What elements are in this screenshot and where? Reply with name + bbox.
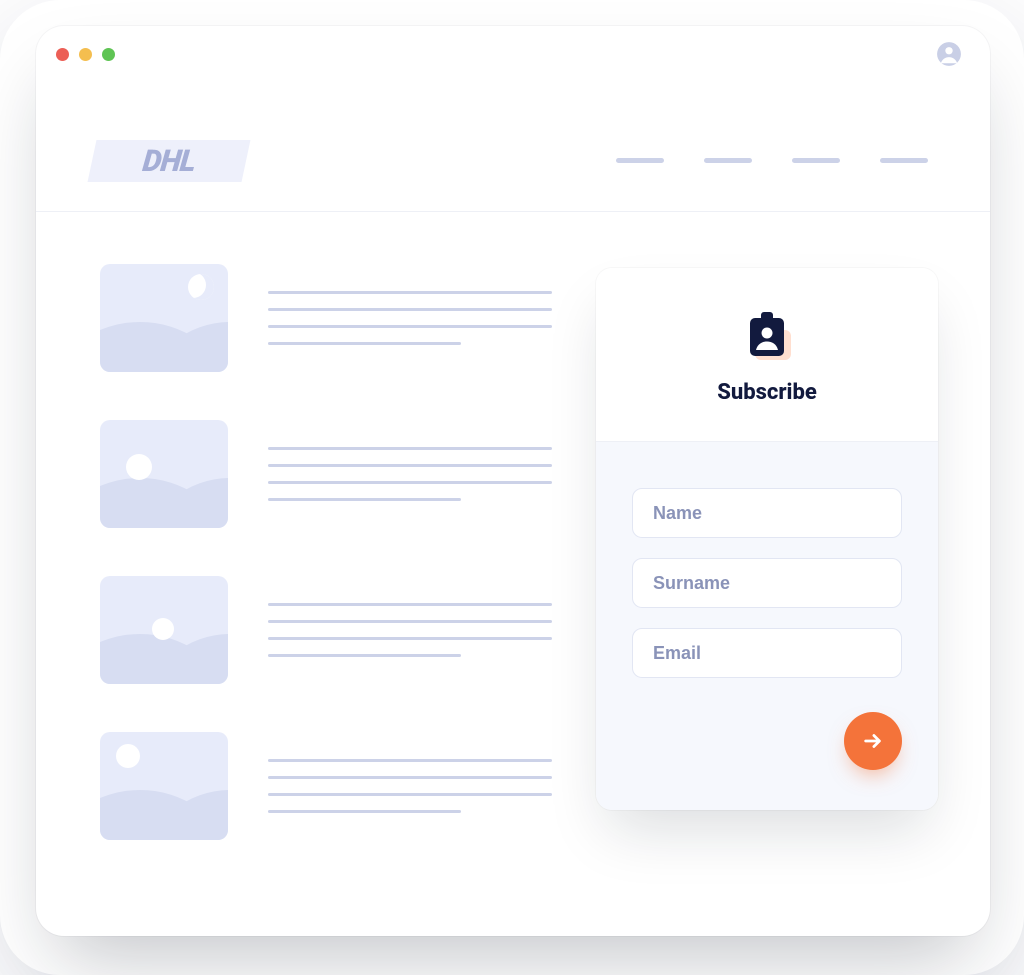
- window-close-button[interactable]: [56, 48, 69, 61]
- arrow-right-icon: [862, 730, 884, 752]
- subscribe-card: Subscribe: [596, 268, 938, 810]
- window-minimize-button[interactable]: [79, 48, 92, 61]
- submit-button[interactable]: [844, 712, 902, 770]
- name-field[interactable]: [632, 488, 902, 538]
- subscribe-title: Subscribe: [606, 380, 928, 405]
- page-body: Subscribe: [36, 212, 990, 936]
- nav-item[interactable]: [880, 158, 928, 163]
- subscribe-card-header: Subscribe: [596, 268, 938, 442]
- window-controls: [56, 48, 115, 61]
- list-item[interactable]: [100, 576, 560, 684]
- image-placeholder-icon: [100, 420, 228, 528]
- email-field[interactable]: [632, 628, 902, 678]
- text-placeholder: [268, 291, 560, 345]
- primary-nav: [616, 158, 928, 163]
- list-item[interactable]: [100, 420, 560, 528]
- image-placeholder-icon: [100, 732, 228, 840]
- text-placeholder: [268, 603, 560, 657]
- text-placeholder: [268, 447, 560, 501]
- surname-field[interactable]: [632, 558, 902, 608]
- id-badge-icon: [739, 310, 795, 366]
- nav-item[interactable]: [792, 158, 840, 163]
- brand-logo-text: DHL: [141, 143, 197, 178]
- subscribe-form: [596, 442, 938, 810]
- profile-icon[interactable]: [936, 41, 962, 67]
- window-titlebar: [36, 26, 990, 82]
- list-item[interactable]: [100, 732, 560, 840]
- image-placeholder-icon: [100, 264, 228, 372]
- nav-item[interactable]: [616, 158, 664, 163]
- article-list: [100, 264, 560, 936]
- image-placeholder-icon: [100, 576, 228, 684]
- window-maximize-button[interactable]: [102, 48, 115, 61]
- brand-logo[interactable]: DHL: [88, 140, 251, 182]
- text-placeholder: [268, 759, 560, 813]
- site-header: DHL: [36, 82, 990, 212]
- list-item[interactable]: [100, 264, 560, 372]
- browser-window: DHL: [36, 26, 990, 936]
- nav-item[interactable]: [704, 158, 752, 163]
